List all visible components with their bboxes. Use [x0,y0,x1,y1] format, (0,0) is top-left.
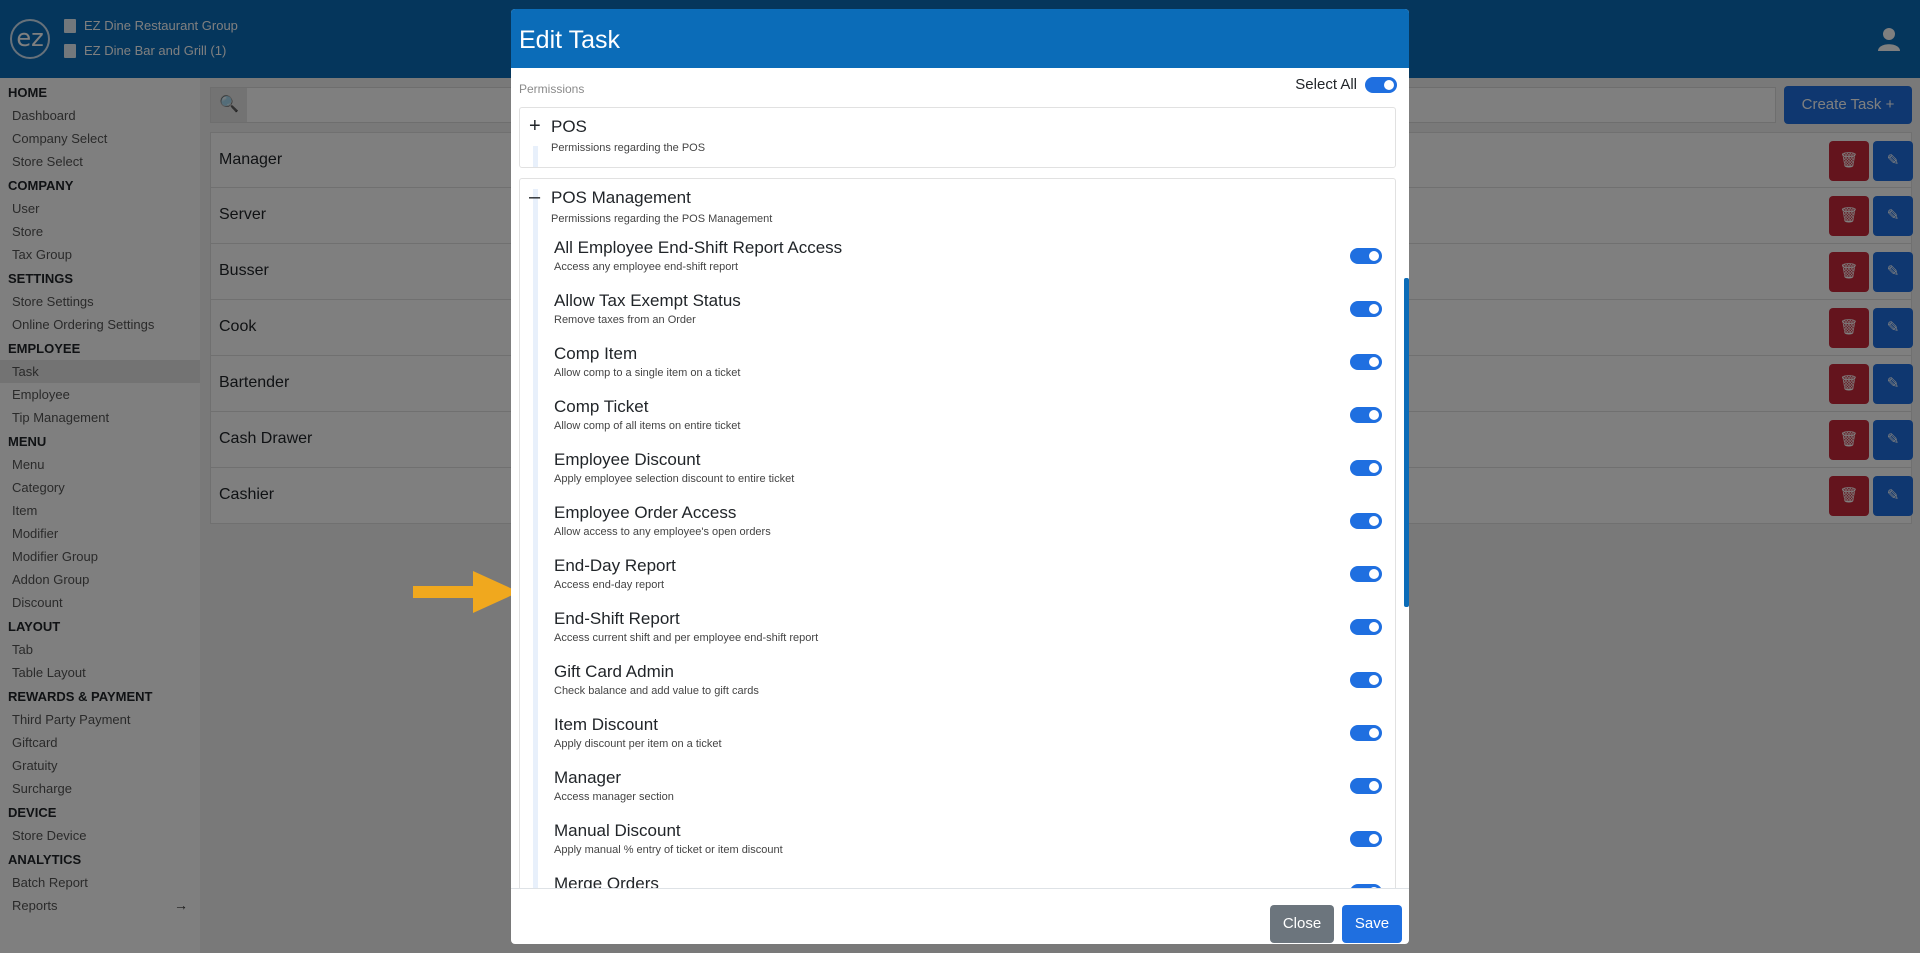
modal-footer: Close Save [511,888,1409,944]
permission-toggle[interactable] [1350,354,1382,370]
permission-description: Apply manual % entry of ticket or item d… [554,844,783,856]
permission-title: Item Discount [554,715,658,734]
modal-body: Permissions Select All + POS Permissions… [511,68,1409,888]
permission-description: Access manager section [554,791,674,803]
modal-scrollbar[interactable] [1404,278,1409,607]
annotation-arrow-icon [413,571,519,613]
edit-task-modal: Edit Task Permissions Select All + POS P… [511,9,1409,944]
group-description: Permissions regarding the POS [551,142,706,154]
permission-description: Access end-day report [554,579,665,591]
permission-toggle[interactable] [1350,460,1382,476]
permission-title: Allow Tax Exempt Status [554,291,741,310]
permission-description: Apply discount per item on a ticket [554,738,722,750]
permission-item: Merge Orders [554,874,1384,888]
permission-description: Allow access to any employee's open orde… [554,526,771,538]
group-title[interactable]: POS Management [551,188,691,208]
collapse-icon[interactable]: – [529,187,540,207]
group-indent-bar [533,146,538,167]
permission-item: End-Day Report Access end-day report [554,556,1384,609]
permission-toggle[interactable] [1350,672,1382,688]
permission-item: Allow Tax Exempt Status Remove taxes from… [554,291,1384,344]
permission-title: Merge Orders [554,874,659,888]
permission-toggle[interactable] [1350,248,1382,264]
permission-title: Gift Card Admin [554,662,674,681]
permission-toggle[interactable] [1350,831,1382,847]
permission-toggle[interactable] [1350,301,1382,317]
permission-title: Employee Order Access [554,503,737,522]
permission-item: Comp Ticket Allow comp of all items on en… [554,397,1384,450]
permission-item: Comp Item Allow comp to a single item on … [554,344,1384,397]
select-all[interactable]: Select All [1295,76,1397,93]
permission-description: Allow comp to a single item on a ticket [554,367,741,379]
group-pos: + POS Permissions regarding the POS [519,107,1396,168]
permission-toggle[interactable] [1350,513,1382,529]
permission-item: Item Discount Apply discount per item on … [554,715,1384,768]
permission-title: Employee Discount [554,450,701,469]
permission-title: End-Day Report [554,556,676,575]
group-indent-bar [533,189,538,888]
permission-title: Comp Item [554,344,638,363]
permission-description: Access any employee end-shift report [554,261,739,273]
select-all-toggle[interactable] [1365,76,1397,93]
permission-description: Allow comp of all items on entire ticket [554,420,741,432]
permission-item: Gift Card Admin Check balance and add val… [554,662,1384,715]
permissions-label: Permissions [519,82,585,96]
save-button[interactable]: Save [1342,905,1402,943]
close-button[interactable]: Close [1270,905,1334,943]
group-pos-management: – POS Management Permissions regarding t… [519,178,1396,888]
modal-title: Edit Task [511,9,1409,68]
permission-description: Access current shift and per employee en… [554,632,819,644]
permission-toggle[interactable] [1350,566,1382,582]
permission-title: Comp Ticket [554,397,649,416]
permission-toggle[interactable] [1350,407,1382,423]
permission-item: End-Shift Report Access current shift and… [554,609,1384,662]
group-description: Permissions regarding the POS Management [551,213,773,225]
permission-title: Manager [554,768,622,787]
permission-item: All Employee End-Shift Report Access Acce… [554,238,1384,291]
permission-title: All Employee End-Shift Report Access [554,238,843,257]
group-title[interactable]: POS [551,117,587,137]
permission-title: End-Shift Report [554,609,680,628]
expand-icon[interactable]: + [529,116,541,136]
permission-item: Employee Order Access Allow access to any… [554,503,1384,556]
permission-item: Employee Discount Apply employee selectio… [554,450,1384,503]
permission-toggle[interactable] [1350,778,1382,794]
permission-title: Manual Discount [554,821,681,840]
select-all-label: Select All [1295,76,1357,93]
permission-toggle[interactable] [1350,725,1382,741]
permission-description: Apply employee selection discount to ent… [554,473,795,485]
permission-item: Manual Discount Apply manual % entry of t… [554,821,1384,874]
permission-item: Manager Access manager section [554,768,1384,821]
permission-description: Check balance and add value to gift card… [554,685,759,697]
permission-description: Remove taxes from an Order [554,314,696,326]
permission-toggle[interactable] [1350,619,1382,635]
